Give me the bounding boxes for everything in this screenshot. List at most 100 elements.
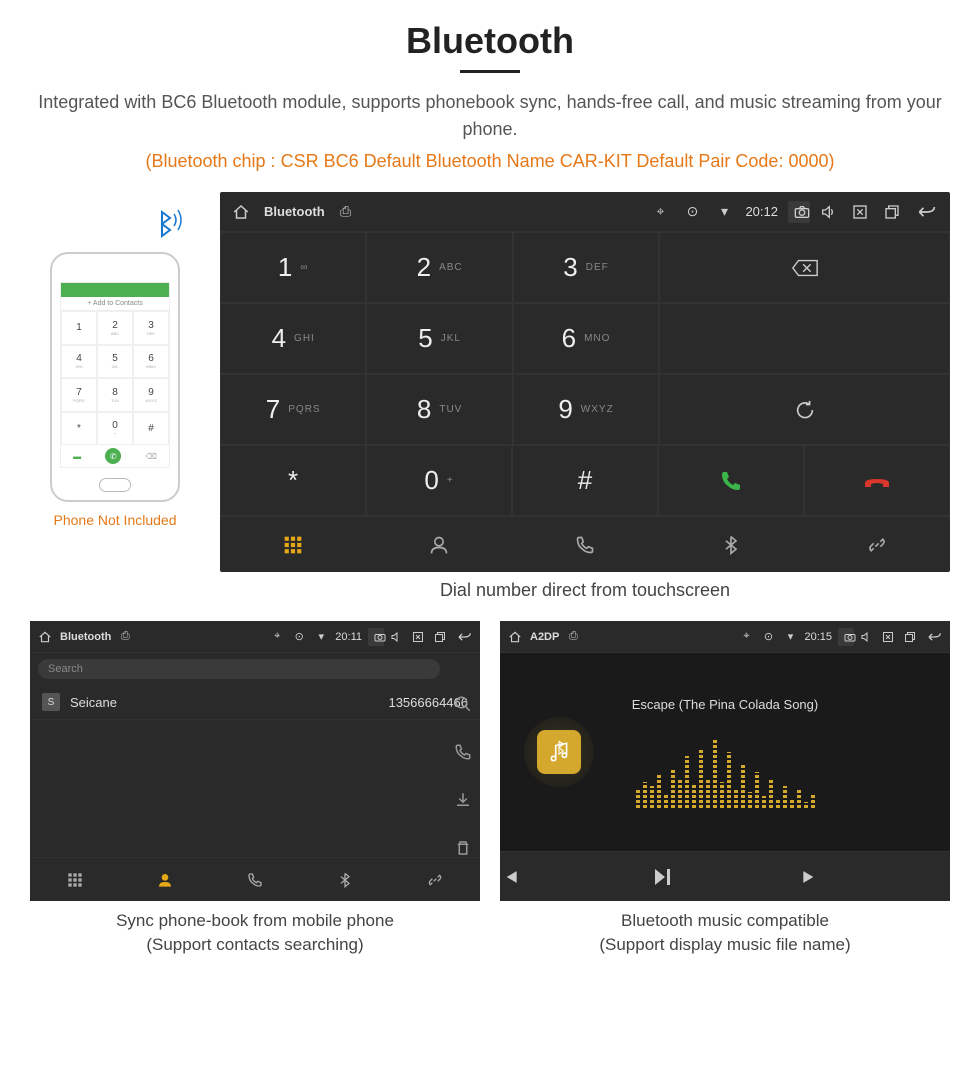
page-subtitle: Integrated with BC6 Bluetooth module, su… — [30, 89, 950, 143]
statusbar-app-name: Bluetooth — [60, 631, 111, 643]
dialer-bottombar — [220, 516, 950, 572]
eq-bar — [762, 796, 766, 808]
close-x-icon[interactable] — [852, 204, 874, 220]
phone-mock-key: 2ABC — [97, 311, 133, 345]
phonebook-caption: Sync phone-book from mobile phone (Suppo… — [30, 909, 480, 957]
phone-mock-key: 6MNO — [133, 345, 169, 379]
side-delete-icon[interactable] — [454, 839, 472, 857]
nav-calllog-icon[interactable] — [512, 517, 658, 572]
statusbar-time: 20:11 — [335, 631, 362, 643]
side-search-icon[interactable] — [454, 695, 472, 713]
eq-bar — [783, 786, 787, 808]
nav-link-icon[interactable] — [804, 517, 950, 572]
eq-bar — [755, 772, 759, 808]
dialer-key-*[interactable]: * — [220, 445, 366, 516]
close-x-icon[interactable] — [412, 631, 428, 643]
phone-mock-callrow: ▬ ✆ ⌫ — [61, 445, 169, 467]
home-icon[interactable] — [38, 630, 54, 644]
phone-mock-key: 7PQRS — [61, 378, 97, 412]
dialer-screen: Bluetooth ⎙ ⌖ ⊙ ▾ 20:12 1∞2ABC3DEF4GHI5J… — [220, 192, 950, 572]
phone-mock-key: 9WXYZ — [133, 378, 169, 412]
music-controls — [500, 851, 950, 901]
dialer-key-#[interactable]: # — [512, 445, 658, 516]
back-icon[interactable] — [456, 632, 472, 642]
wifi-icon: ▾ — [713, 203, 735, 220]
eq-bar — [643, 782, 647, 808]
phone-mock-key: 5JKL — [97, 345, 133, 379]
dialer-key-8[interactable]: 8TUV — [366, 374, 512, 445]
dialer-key-6[interactable]: 6MNO — [513, 303, 659, 374]
nav-contacts-icon[interactable] — [366, 517, 512, 572]
prev-track-button[interactable] — [500, 867, 650, 887]
phone-mock-key: 3DEF — [133, 311, 169, 345]
recent-apps-icon[interactable] — [884, 204, 906, 220]
nav-contacts-icon[interactable] — [120, 858, 210, 901]
phone-mockup: + Add to Contacts 12ABC3DEF4GHI5JKL6MNO7… — [50, 252, 180, 502]
location-icon: ⊙ — [760, 630, 776, 643]
nav-keypad-icon[interactable] — [30, 858, 120, 901]
dialer-key-1[interactable]: 1∞ — [220, 232, 366, 303]
music-album-icon — [524, 717, 594, 787]
camera-icon[interactable] — [788, 201, 810, 223]
phone-mock-key: * — [61, 412, 97, 446]
dialer-key-9[interactable]: 9WXYZ — [513, 374, 659, 445]
backspace-button[interactable] — [659, 232, 950, 303]
eq-bar — [636, 790, 640, 808]
nav-bluetooth-icon[interactable] — [658, 517, 804, 572]
location-icon: ⊙ — [681, 203, 703, 220]
dialer-key-2[interactable]: 2ABC — [366, 232, 512, 303]
contact-badge: S — [42, 693, 60, 711]
dialer-key-4[interactable]: 4GHI — [220, 303, 366, 374]
dialer-spacer — [659, 303, 950, 374]
music-statusbar: A2DP ⎙ ⌖ ⊙ ▾ 20:15 — [500, 621, 950, 653]
eq-bar — [741, 764, 745, 808]
eq-bar — [664, 794, 668, 808]
close-x-icon[interactable] — [882, 631, 898, 643]
volume-icon[interactable] — [390, 631, 406, 643]
dialer-key-7[interactable]: 7PQRS — [220, 374, 366, 445]
volume-icon[interactable] — [860, 631, 876, 643]
nav-link-icon[interactable] — [390, 858, 480, 901]
eq-bar — [727, 752, 731, 808]
recent-apps-icon[interactable] — [904, 631, 920, 643]
side-call-icon[interactable] — [454, 743, 472, 761]
bluetooth-signal-icon — [148, 204, 188, 244]
eq-bar — [650, 786, 654, 808]
location-icon: ⊙ — [291, 630, 307, 643]
search-input[interactable]: Search — [38, 659, 440, 679]
dialer-key-0[interactable]: 0+ — [366, 445, 512, 516]
camera-icon[interactable] — [368, 628, 384, 646]
eq-bar — [692, 784, 696, 808]
phonebook-statusbar: Bluetooth ⎙ ⌖ ⊙ ▾ 20:11 — [30, 621, 480, 653]
home-icon[interactable] — [232, 203, 254, 221]
volume-icon[interactable] — [820, 204, 842, 220]
nav-calllog-icon[interactable] — [210, 858, 300, 901]
eq-bar — [769, 780, 773, 808]
nav-keypad-icon[interactable] — [220, 517, 366, 572]
recent-apps-icon[interactable] — [434, 631, 450, 643]
eq-bar — [720, 782, 724, 808]
eq-bar — [671, 768, 675, 808]
eq-bar — [713, 738, 717, 808]
back-icon[interactable] — [926, 632, 942, 642]
phone-mock-add-contacts: + Add to Contacts — [61, 297, 169, 311]
camera-icon[interactable] — [838, 628, 854, 646]
music-screen: A2DP ⎙ ⌖ ⊙ ▾ 20:15 Es — [500, 621, 950, 901]
call-button[interactable] — [658, 445, 804, 516]
next-track-button[interactable] — [800, 867, 950, 887]
phone-mock-key: # — [133, 412, 169, 446]
phone-mock-key: 4GHI — [61, 345, 97, 379]
dialer-key-5[interactable]: 5JKL — [366, 303, 512, 374]
redial-button[interactable] — [659, 374, 950, 445]
hangup-button[interactable] — [804, 445, 950, 516]
side-download-icon[interactable] — [454, 791, 472, 809]
home-icon[interactable] — [508, 630, 524, 644]
back-icon[interactable] — [916, 205, 938, 219]
contact-row[interactable]: S Seicane 13566664466 — [30, 685, 480, 720]
phone-mock-key: 0+ — [97, 412, 133, 446]
eq-bar — [678, 780, 682, 808]
play-pause-button[interactable] — [650, 865, 800, 889]
eq-bar — [790, 800, 794, 808]
nav-bluetooth-icon[interactable] — [300, 858, 390, 901]
dialer-key-3[interactable]: 3DEF — [513, 232, 659, 303]
